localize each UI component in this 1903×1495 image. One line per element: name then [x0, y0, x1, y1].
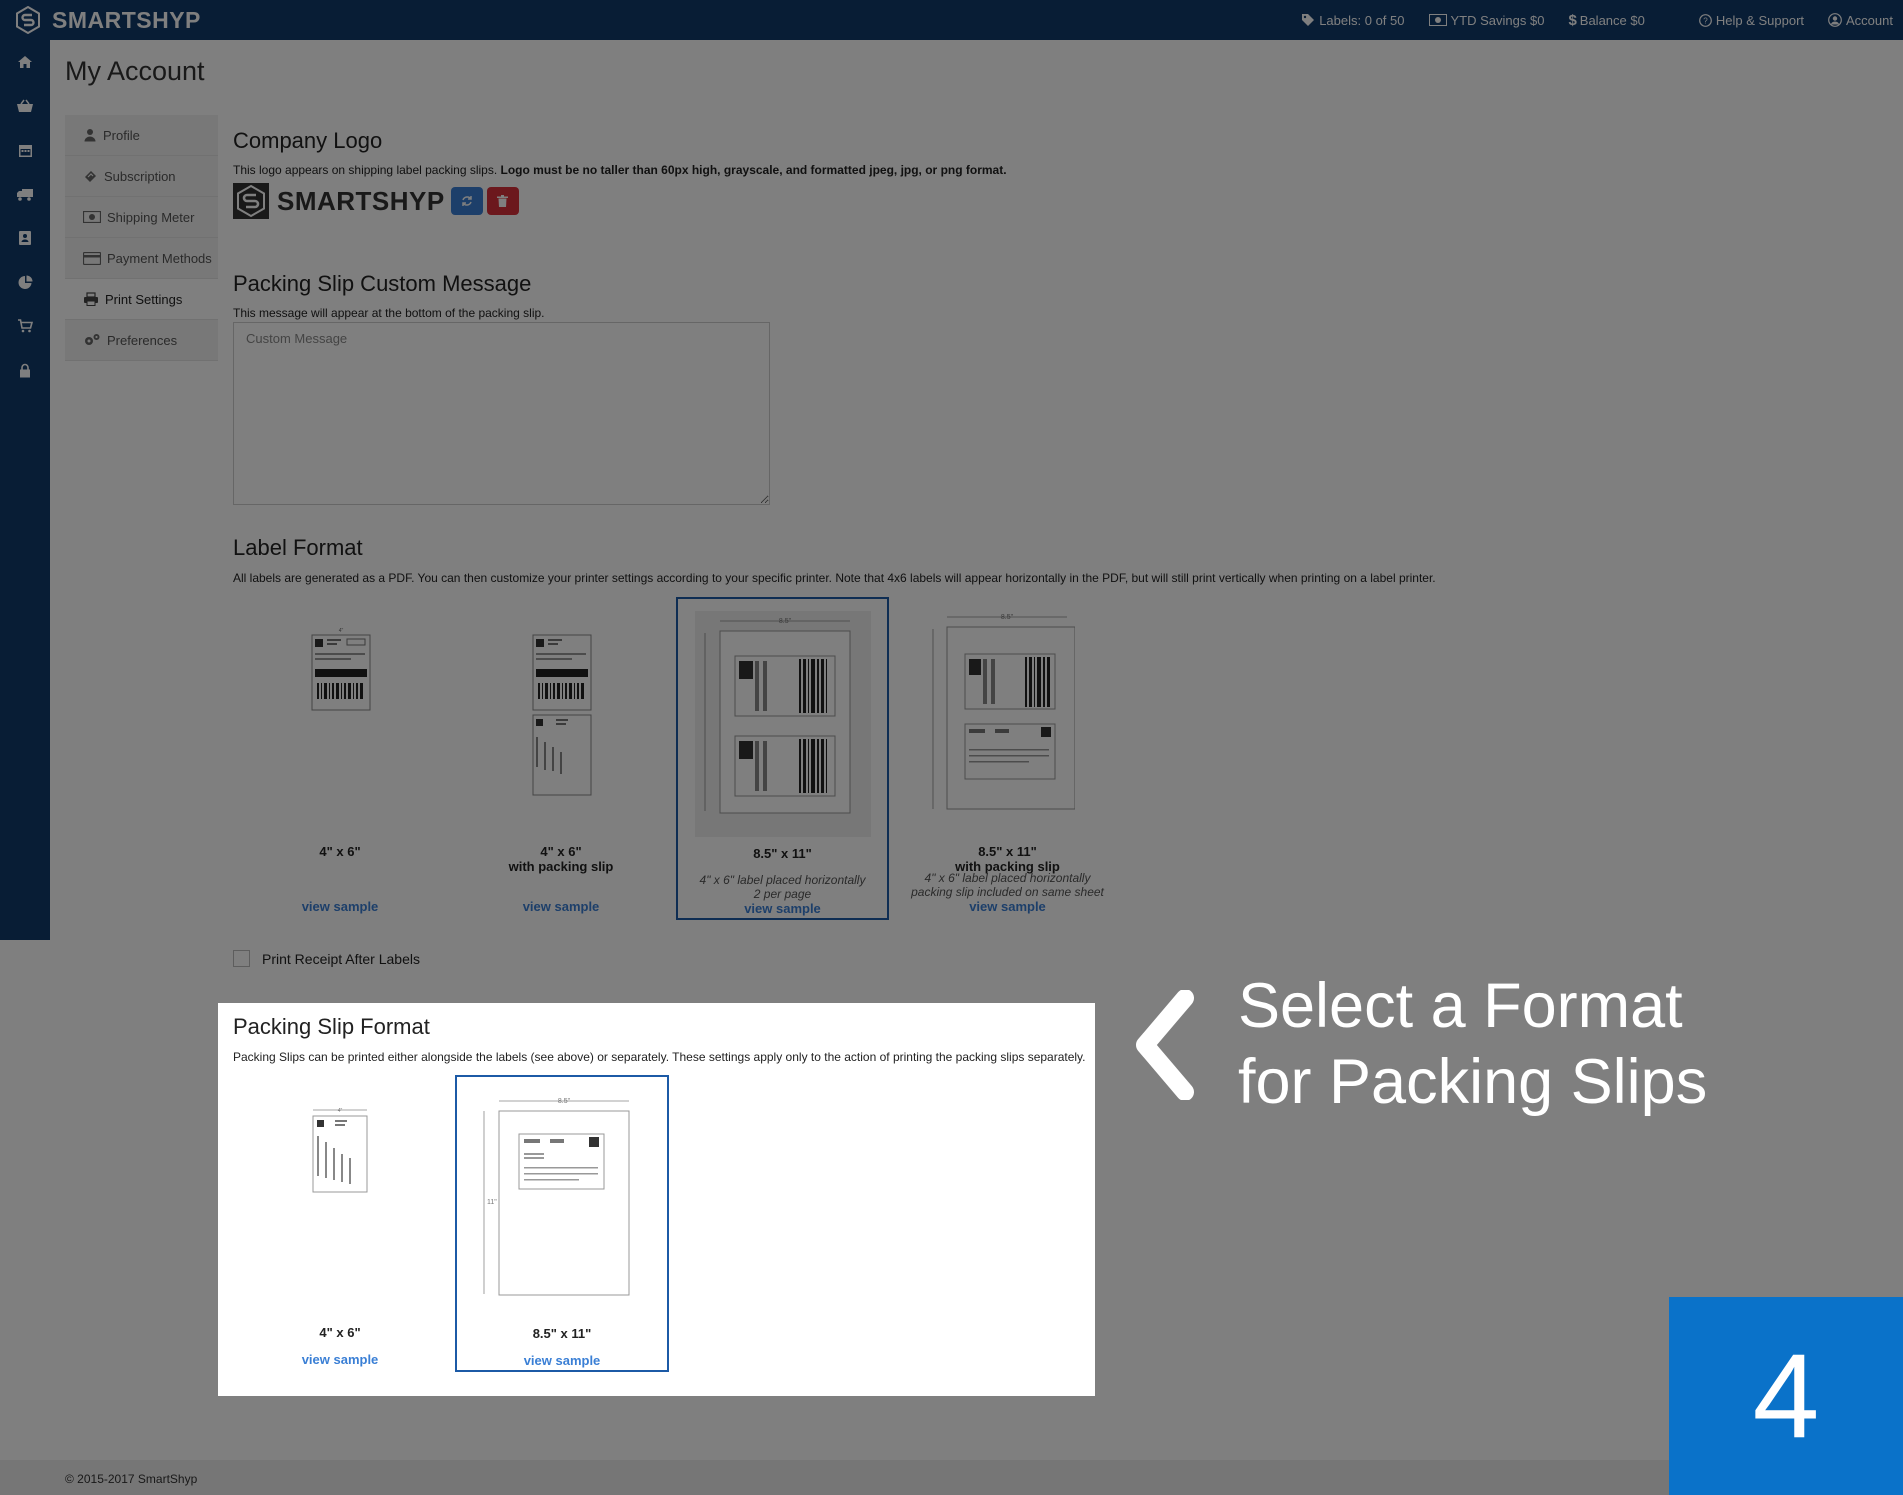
- dim-width-label: 4": [338, 1108, 343, 1114]
- step-number: 4: [1752, 1329, 1820, 1463]
- packing-slip-format-desc: Packing Slips can be printed either alon…: [233, 1050, 1086, 1064]
- callout-line-2: for Packing Slips: [1238, 1047, 1708, 1117]
- dim-overlay-top: [0, 0, 1903, 1003]
- callout-line-1: Select a Format: [1238, 971, 1683, 1041]
- callout-text: Select a Format for Packing Slips: [1238, 968, 1707, 1120]
- packing-slip-letter-thumbnail-icon: 8.5" 11": [474, 1089, 650, 1315]
- chevron-left-icon: [1136, 990, 1194, 1100]
- option-label: 4" x 6": [319, 1325, 361, 1340]
- view-sample-link[interactable]: view sample: [457, 1353, 667, 1368]
- packing-slip-option-letter[interactable]: 8.5" 11" 8.5" x 11" view sample: [455, 1075, 669, 1372]
- view-sample-link[interactable]: view sample: [240, 1352, 440, 1367]
- packing-slip-4x6-thumbnail-icon: 4": [312, 1108, 368, 1193]
- dim-overlay-bottom: [218, 1396, 1095, 1495]
- packing-slip-option-4x6[interactable]: 4" 4" x 6" view sample: [240, 1076, 440, 1372]
- dim-width-label: 8.5": [558, 1098, 571, 1105]
- dim-overlay-left: [0, 1003, 218, 1495]
- packing-slip-format-title: Packing Slip Format: [233, 1014, 430, 1039]
- dim-height-label: 11": [487, 1199, 497, 1206]
- option-label: 8.5" x 11": [532, 1326, 592, 1341]
